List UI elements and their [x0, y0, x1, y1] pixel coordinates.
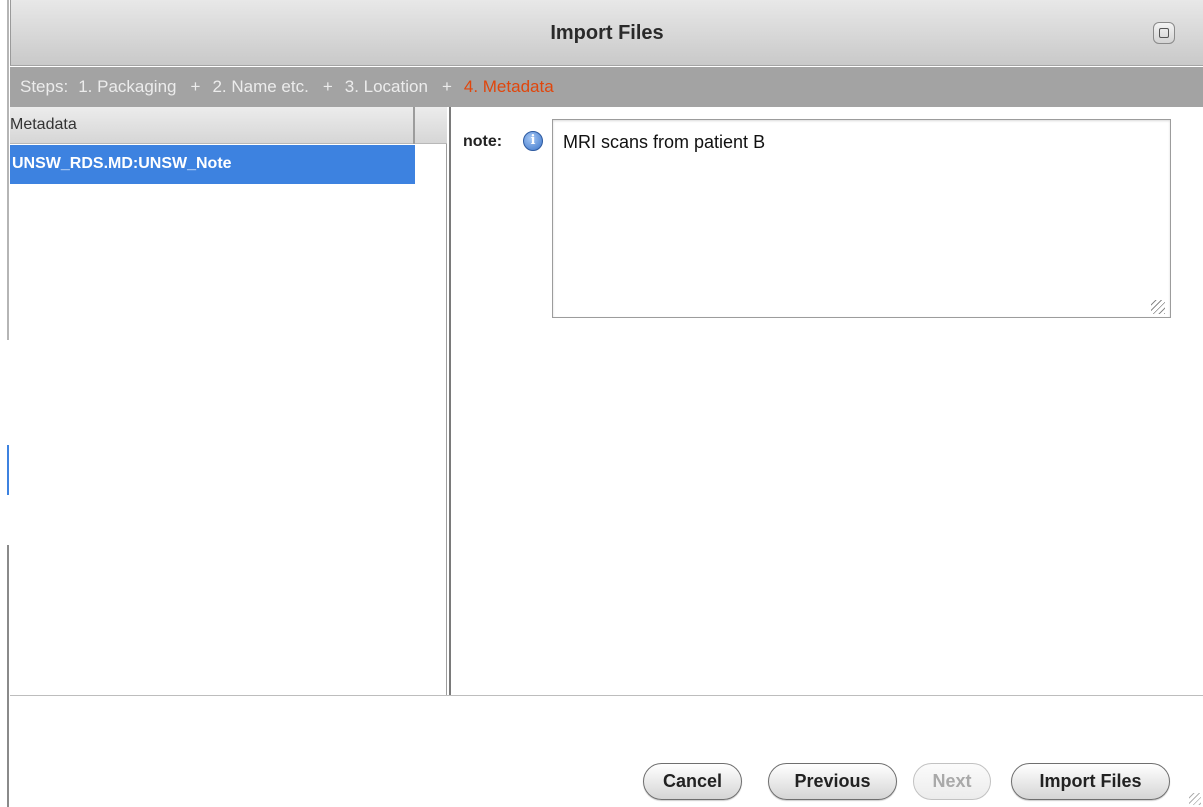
- title-bar[interactable]: Import Files: [10, 0, 1203, 66]
- note-label: note:: [463, 133, 503, 150]
- metadata-list-item[interactable]: UNSW_RDS.MD:UNSW_Note: [10, 145, 415, 184]
- zoom-icon[interactable]: [1153, 22, 1175, 44]
- step-separator: +: [441, 77, 452, 96]
- step-location: 3. Location: [344, 77, 428, 96]
- metadata-form-panel: note: i MRI scans from patient B: [449, 107, 1203, 695]
- step-separator: +: [190, 77, 201, 96]
- background-app-edge: [0, 0, 10, 807]
- column-divider[interactable]: [413, 107, 415, 144]
- metadata-list-panel: Metadata UNSW_RDS.MD:UNSW_Note: [10, 107, 447, 695]
- resize-grip-icon[interactable]: [1151, 300, 1165, 314]
- dialog-footer: Cancel Previous Next Import Files: [10, 695, 1203, 807]
- import-files-button[interactable]: Import Files: [1011, 763, 1170, 800]
- next-button: Next: [913, 763, 991, 800]
- edge-selection: [7, 445, 9, 495]
- info-icon[interactable]: i: [523, 131, 543, 151]
- steps-breadcrumb: Steps: 1. Packaging + 2. Name etc. + 3. …: [10, 67, 1203, 107]
- cancel-button[interactable]: Cancel: [643, 763, 742, 800]
- steps-prefix: Steps:: [20, 77, 69, 96]
- previous-button[interactable]: Previous: [768, 763, 897, 800]
- step-separator: +: [322, 77, 333, 96]
- metadata-column-label: Metadata: [10, 116, 77, 133]
- metadata-column-header[interactable]: Metadata: [10, 107, 447, 144]
- step-name: 2. Name etc.: [212, 77, 309, 96]
- edge-divider-lower: [7, 545, 9, 807]
- step-metadata: 4. Metadata: [463, 77, 554, 96]
- import-files-dialog: Import Files Steps: 1. Packaging + 2. Na…: [0, 0, 1203, 807]
- window-resize-icon[interactable]: [1189, 793, 1201, 805]
- window-title: Import Files: [550, 22, 664, 44]
- step-packaging: 1. Packaging: [78, 77, 177, 96]
- edge-divider: [7, 0, 9, 340]
- note-field[interactable]: MRI scans from patient B: [552, 119, 1171, 318]
